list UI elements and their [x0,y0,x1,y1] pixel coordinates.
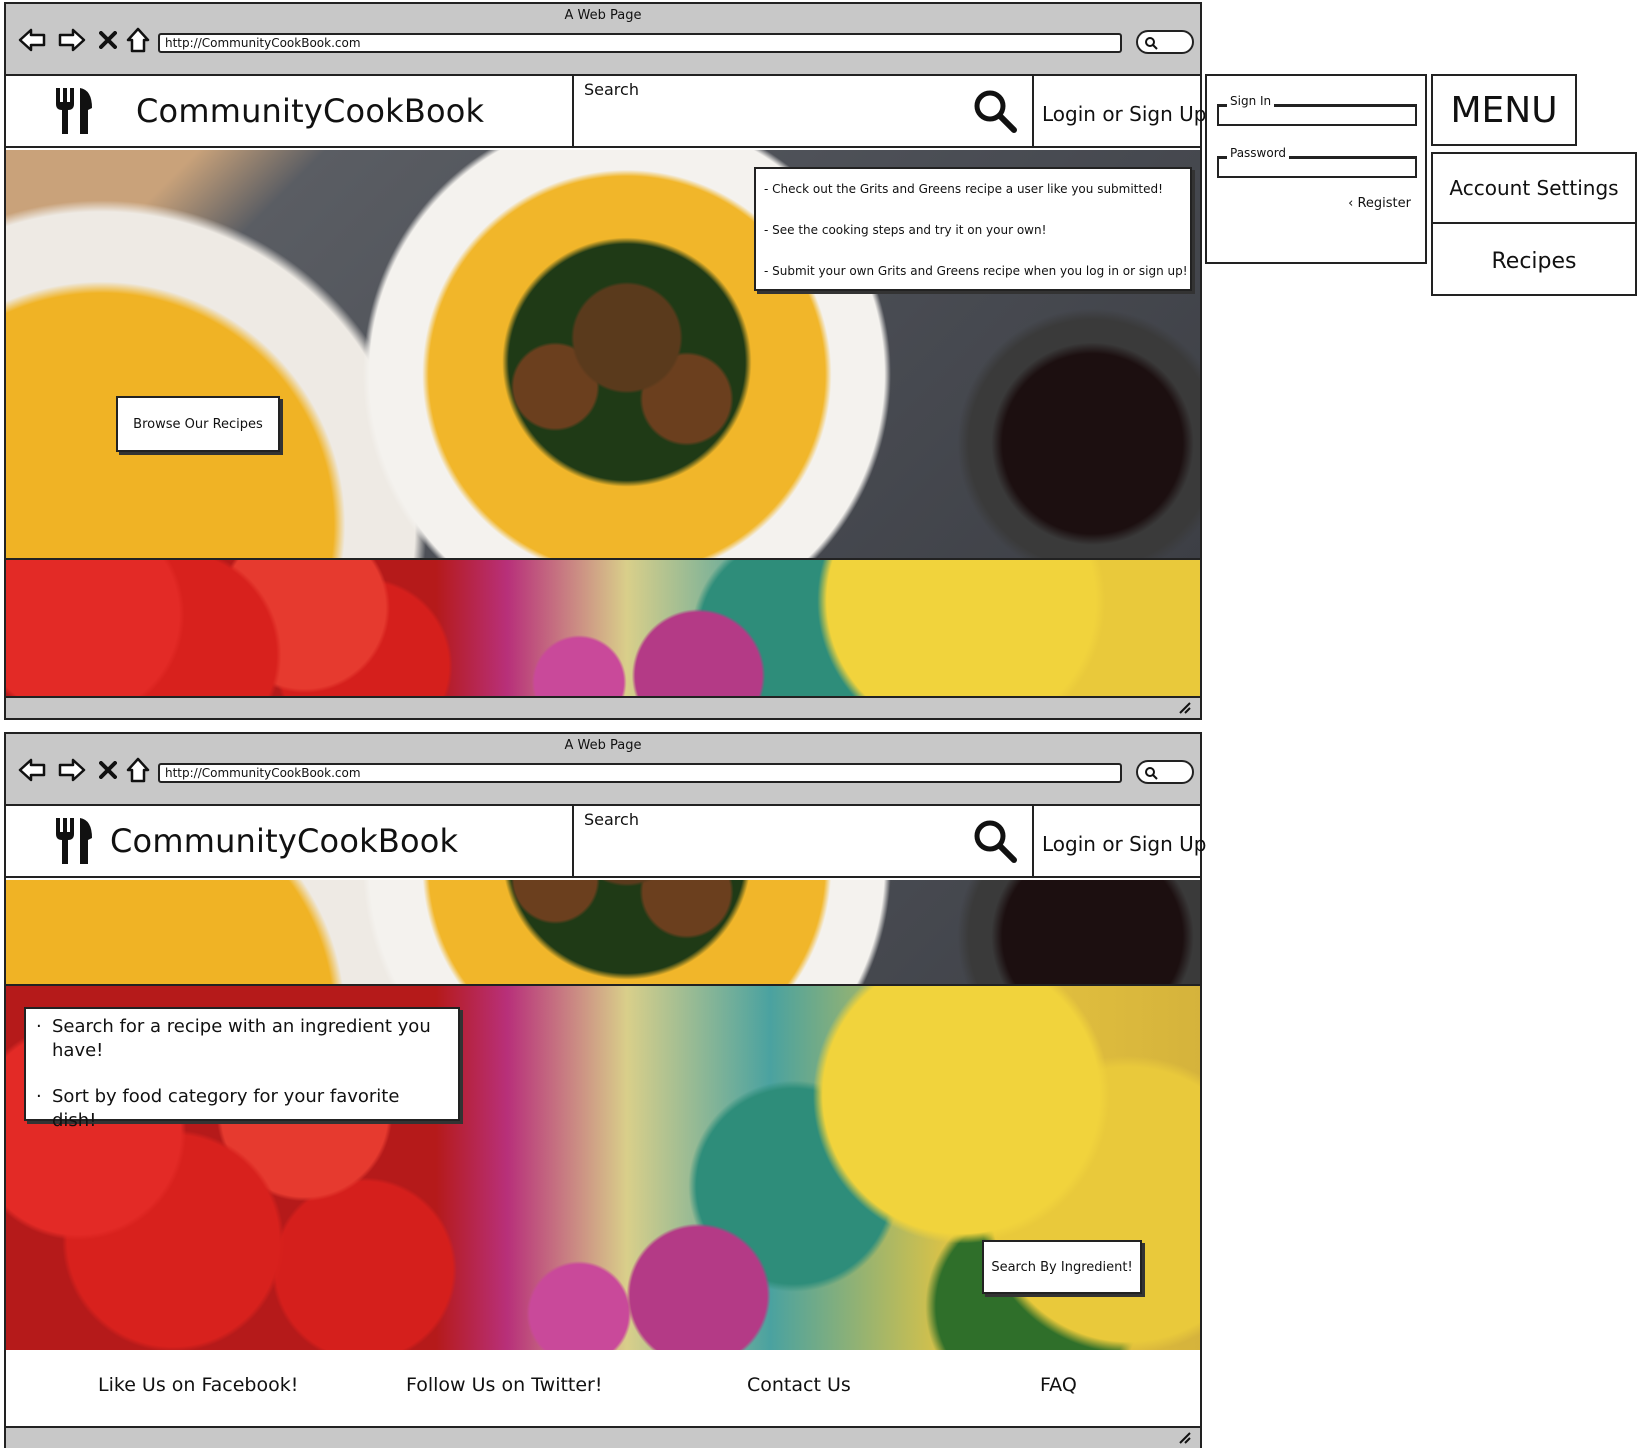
menu-item-account-settings[interactable]: Account Settings [1433,154,1635,224]
browser-search-field[interactable] [1136,760,1194,784]
site-title: CommunityCookBook [110,822,459,860]
login-signup-button[interactable]: Login or Sign Up [1036,806,1206,878]
twitter-link[interactable]: Follow Us on Twitter! [406,1374,603,1396]
login-signup-label: Login or Sign Up [1042,102,1207,126]
browse-recipes-button[interactable]: Browse Our Recipes [116,396,280,452]
tip-bullet: Sort by food category for your favorite … [36,1085,448,1133]
login-signup-label: Login or Sign Up [1042,832,1207,856]
login-signup-button[interactable]: Login or Sign Up [1036,76,1206,148]
search-icon [1145,37,1158,50]
search-icon [1145,767,1158,780]
home-icon[interactable] [124,26,152,54]
vegetables-image [6,560,1200,696]
url-bar[interactable]: http://CommunityCookBook.com [158,763,1122,783]
fork-knife-icon [56,818,92,864]
browser-status-bar [6,696,1200,718]
url-bar[interactable]: http://CommunityCookBook.com [158,33,1122,53]
site-title: CommunityCookBook [136,92,485,130]
menu-dropdown: Account Settings Recipes [1431,152,1637,296]
site-header: CommunityCookBook Search Login or Sign U… [6,76,1206,148]
password-label: Password [1227,146,1290,160]
search-input[interactable]: Search [574,806,1034,878]
callout-line: - Check out the Grits and Greens recipe … [764,182,1163,196]
home-icon[interactable] [124,756,152,784]
browser-window-bottom: A Web Page http://CommunityCookBook.com … [4,732,1206,1448]
browser-search-field[interactable] [1136,30,1194,54]
forward-arrow-icon[interactable] [58,26,86,54]
window-title: A Web Page [564,738,642,753]
search-label: Search [584,810,639,829]
fork-knife-icon [56,88,92,134]
register-label: Register [1357,196,1411,211]
resize-grip-icon[interactable] [1178,702,1192,717]
sign-in-label: Sign In [1227,94,1275,108]
logo-area[interactable]: CommunityCookBook [6,806,574,878]
browser-chrome: A Web Page http://CommunityCookBook.com [6,734,1200,806]
callout-line: - Submit your own Grits and Greens recip… [764,264,1188,278]
sign-in-panel: Sign In Password ‹ Register [1205,74,1427,264]
close-icon[interactable] [94,756,122,784]
facebook-link[interactable]: Like Us on Facebook! [98,1374,298,1396]
resize-grip-icon[interactable] [1178,1432,1192,1447]
close-icon[interactable] [94,26,122,54]
browser-chrome: A Web Page http://CommunityCookBook.com [6,4,1200,76]
search-input[interactable]: Search [574,76,1034,148]
faq-link[interactable]: FAQ [1040,1374,1077,1396]
chevron-left-icon: ‹ [1348,196,1354,211]
hero-food-image [6,880,1200,984]
menu-button[interactable]: MENU [1431,74,1577,146]
callout-line: - See the cooking steps and try it on yo… [764,223,1047,237]
browser-window-top: A Web Page http://CommunityCookBook.com … [4,2,1206,720]
back-arrow-icon[interactable] [18,756,46,784]
window-title: A Web Page [564,8,642,23]
contact-link[interactable]: Contact Us [747,1374,851,1396]
search-icon[interactable] [972,88,1018,134]
search-by-ingredient-button[interactable]: Search By Ingredient! [982,1240,1142,1294]
search-label: Search [584,80,639,99]
browser-status-bar [6,1426,1200,1448]
search-icon[interactable] [972,818,1018,864]
forward-arrow-icon[interactable] [58,756,86,784]
site-header: CommunityCookBook Search Login or Sign U… [6,806,1206,878]
menu-item-recipes[interactable]: Recipes [1433,226,1635,296]
ingredient-tips-callout: Search for a recipe with an ingredient y… [24,1007,460,1131]
register-link[interactable]: ‹ Register [1348,196,1411,211]
logo-area[interactable]: CommunityCookBook [6,76,574,148]
tip-bullet: Search for a recipe with an ingredient y… [36,1015,448,1063]
site-footer: Like Us on Facebook! Follow Us on Twitte… [6,1350,1200,1426]
hero-callout: - Check out the Grits and Greens recipe … [754,167,1192,291]
back-arrow-icon[interactable] [18,26,46,54]
